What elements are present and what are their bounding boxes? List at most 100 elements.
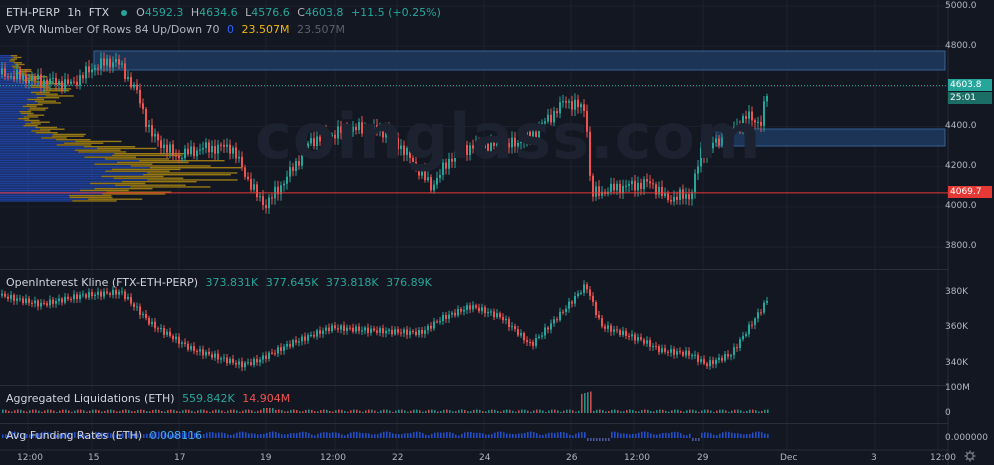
settings-gear-icon[interactable] xyxy=(964,450,976,462)
liquidation-bar xyxy=(710,410,712,413)
funding-bar xyxy=(227,434,229,438)
oi-candle-body xyxy=(418,329,420,336)
price-candle-body xyxy=(100,58,102,69)
funding-bar xyxy=(518,433,520,438)
oi-candle-body xyxy=(340,325,342,330)
liquidation-bar xyxy=(278,409,280,413)
funding-bar xyxy=(629,434,631,438)
price-candle-body xyxy=(82,75,84,79)
funding-bar xyxy=(344,435,346,438)
funding-bar xyxy=(272,431,274,438)
oi-candle-body xyxy=(679,351,681,353)
vpvr-legend[interactable]: VPVR Number Of Rows 84 Up/Down 70 0 23.5… xyxy=(6,23,349,36)
liquidation-bar xyxy=(347,411,349,413)
interval-label[interactable]: 1h xyxy=(67,6,81,19)
price-candle-body xyxy=(55,77,57,86)
vpvr-up-bar xyxy=(0,193,103,195)
oi-candle-body xyxy=(148,317,150,325)
liquidation-bar xyxy=(134,411,136,413)
time-axis-label: 12:00 xyxy=(320,453,346,463)
liquidation-bar xyxy=(656,410,658,413)
oi-candle-body xyxy=(469,305,471,310)
oi-candle-body xyxy=(646,340,648,344)
funding-bar xyxy=(596,438,598,441)
liquidation-bar xyxy=(569,409,571,413)
pane-separator-funding[interactable] xyxy=(0,423,948,424)
liquidation-bar xyxy=(584,393,586,413)
vpvr-up-bar xyxy=(0,139,57,141)
time-axis-label: 19 xyxy=(260,453,272,463)
vpvr-up-bar xyxy=(0,153,115,155)
vpvr-up-bar xyxy=(0,90,43,92)
funding-bar xyxy=(707,432,709,438)
oi-candle-body xyxy=(367,327,369,333)
oi-candle-body xyxy=(157,328,159,330)
liquidation-bar xyxy=(200,409,202,413)
liquidation-bar xyxy=(173,409,175,413)
liquidation-bar xyxy=(257,410,259,413)
funding-bar xyxy=(602,438,604,441)
funding-bar xyxy=(659,433,661,438)
liquidation-bar xyxy=(17,409,19,413)
oi-candle-body xyxy=(565,308,567,313)
funding-bar xyxy=(350,432,352,438)
price-candle-body xyxy=(4,68,6,77)
oi-candle-body xyxy=(22,298,24,304)
funding-bar xyxy=(551,432,553,438)
vpvr-up-bar xyxy=(0,130,32,132)
oi-candle-body xyxy=(244,362,246,368)
oi-legend[interactable]: OpenInterest Kline (FTX-ETH-PERP) 373.83… xyxy=(6,276,436,289)
oi-candle-body xyxy=(235,362,237,365)
vpvr-down-bar xyxy=(23,116,39,118)
oi-candle-body xyxy=(196,351,198,353)
funding-bar xyxy=(644,431,646,438)
supply-zone xyxy=(93,50,946,71)
ohlc-h-label: H xyxy=(190,6,200,19)
price-candle-body xyxy=(190,146,192,155)
vpvr-up-bar xyxy=(0,200,73,202)
price-candle-body xyxy=(439,175,441,179)
oi-axis-label: 340K xyxy=(945,358,969,368)
price-axis-label: 4200.0 xyxy=(945,161,977,171)
oi-candle-body xyxy=(472,305,474,310)
price-candle-body xyxy=(28,79,30,83)
oi-candle-body xyxy=(325,327,327,331)
oi-candle-body xyxy=(547,327,549,330)
liquidation-bar xyxy=(521,409,523,413)
pane-separator-liq[interactable] xyxy=(0,385,948,386)
vpvr-down-bar xyxy=(27,114,45,116)
symbol-label[interactable]: ETH-PERP xyxy=(6,6,60,19)
price-candle-body xyxy=(52,77,54,79)
vpvr-down-bar xyxy=(20,112,34,115)
price-candle-body xyxy=(199,149,201,151)
liquidation-bar xyxy=(650,411,652,413)
vpvr-down-bar xyxy=(79,189,129,192)
price-candle-body xyxy=(676,196,678,200)
liquidation-bar xyxy=(221,410,223,413)
funding-bar xyxy=(668,433,670,438)
funding-bar xyxy=(440,432,442,438)
liq-legend[interactable]: Aggregated Liquidations (ETH) 559.842K 1… xyxy=(6,392,294,405)
oi-candle-body xyxy=(280,347,282,351)
funding-bar xyxy=(224,433,226,438)
vpvr-down-bar xyxy=(9,60,16,62)
liquidation-bar xyxy=(458,409,460,413)
liq-long-value: 559.842K xyxy=(182,392,235,405)
liquidation-bar xyxy=(746,410,748,413)
vpvr-down-bar xyxy=(37,102,61,104)
market-status-icon xyxy=(120,9,127,16)
price-candle-body xyxy=(652,183,654,185)
oi-candle-body xyxy=(598,314,600,319)
liquidation-bar xyxy=(23,410,25,413)
vpvr-up-bar xyxy=(0,170,106,172)
oi-candle-body xyxy=(109,293,111,295)
liquidation-bar xyxy=(476,409,478,413)
oi-candle-body xyxy=(487,312,489,314)
oi-candle-body xyxy=(220,358,222,360)
oi-candle-body xyxy=(73,294,75,300)
liquidation-bar xyxy=(317,411,319,413)
pane-separator-oi[interactable] xyxy=(0,269,948,270)
funding-legend[interactable]: Avg Funding Rates (ETH) 0.008116 xyxy=(6,429,206,442)
funding-bar xyxy=(722,432,724,438)
ohlc-low: 4576.6 xyxy=(251,6,290,19)
